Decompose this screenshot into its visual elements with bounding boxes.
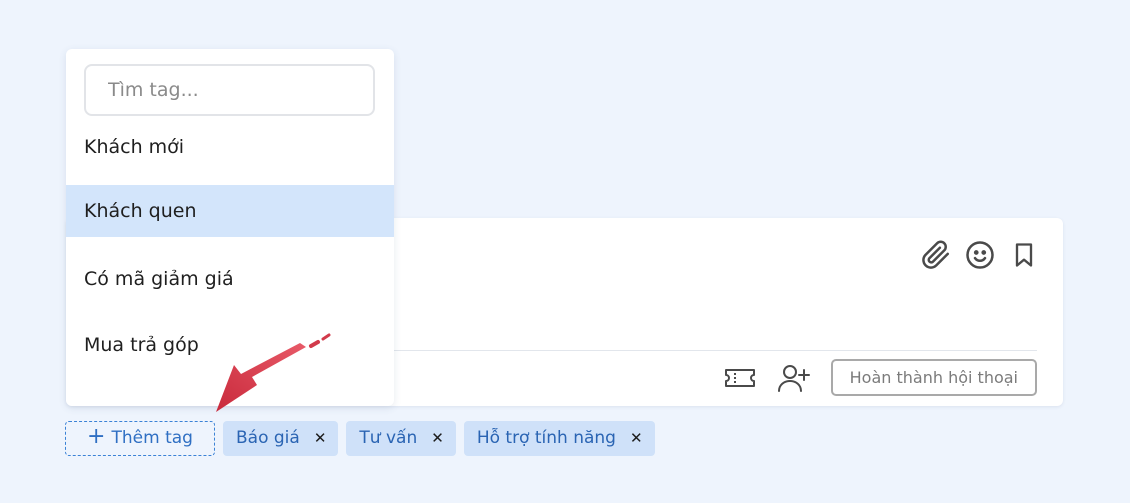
add-tag-label: Thêm tag	[111, 428, 193, 448]
smiley-icon[interactable]	[965, 240, 995, 270]
tag-bao-gia: Báo giá ✕	[223, 420, 339, 456]
plus-icon: +	[87, 424, 106, 449]
composer-footer: Hoàn thành hội thoại	[723, 359, 1037, 396]
finish-conversation-button[interactable]: Hoàn thành hội thoại	[830, 359, 1037, 396]
tag-search-input[interactable]	[84, 64, 375, 116]
add-tag-button[interactable]: + Thêm tag	[65, 420, 215, 456]
tag-tu-van: Tư vấn ✕	[346, 420, 456, 456]
tag-list: + Thêm tag Báo giá ✕ Tư vấn ✕ Hỗ trợ tín…	[65, 420, 655, 456]
tag-ho-tro-tinh-nang: Hỗ trợ tính năng ✕	[463, 420, 655, 456]
tag-label: Tư vấn	[359, 428, 418, 448]
close-icon[interactable]: ✕	[431, 430, 444, 446]
dropdown-item-co-ma-giam-gia[interactable]: Có mã giảm giá	[66, 253, 394, 305]
composer-toolbar	[921, 240, 1039, 270]
dropdown-item-khach-moi[interactable]: Khách mới	[66, 121, 394, 173]
page: Hoàn thành hội thoại Khách mới Khách que…	[0, 0, 1130, 503]
close-icon[interactable]: ✕	[630, 430, 643, 446]
bookmark-icon[interactable]	[1009, 240, 1039, 270]
ticket-icon[interactable]	[723, 361, 757, 395]
annotation-arrow-icon	[216, 333, 331, 412]
paperclip-icon[interactable]	[921, 240, 951, 270]
tag-label: Hỗ trợ tính năng	[476, 428, 616, 448]
close-icon[interactable]: ✕	[314, 430, 327, 446]
add-user-icon[interactable]	[777, 361, 811, 395]
tag-label: Báo giá	[236, 428, 300, 448]
dropdown-item-khach-quen[interactable]: Khách quen	[66, 185, 394, 237]
